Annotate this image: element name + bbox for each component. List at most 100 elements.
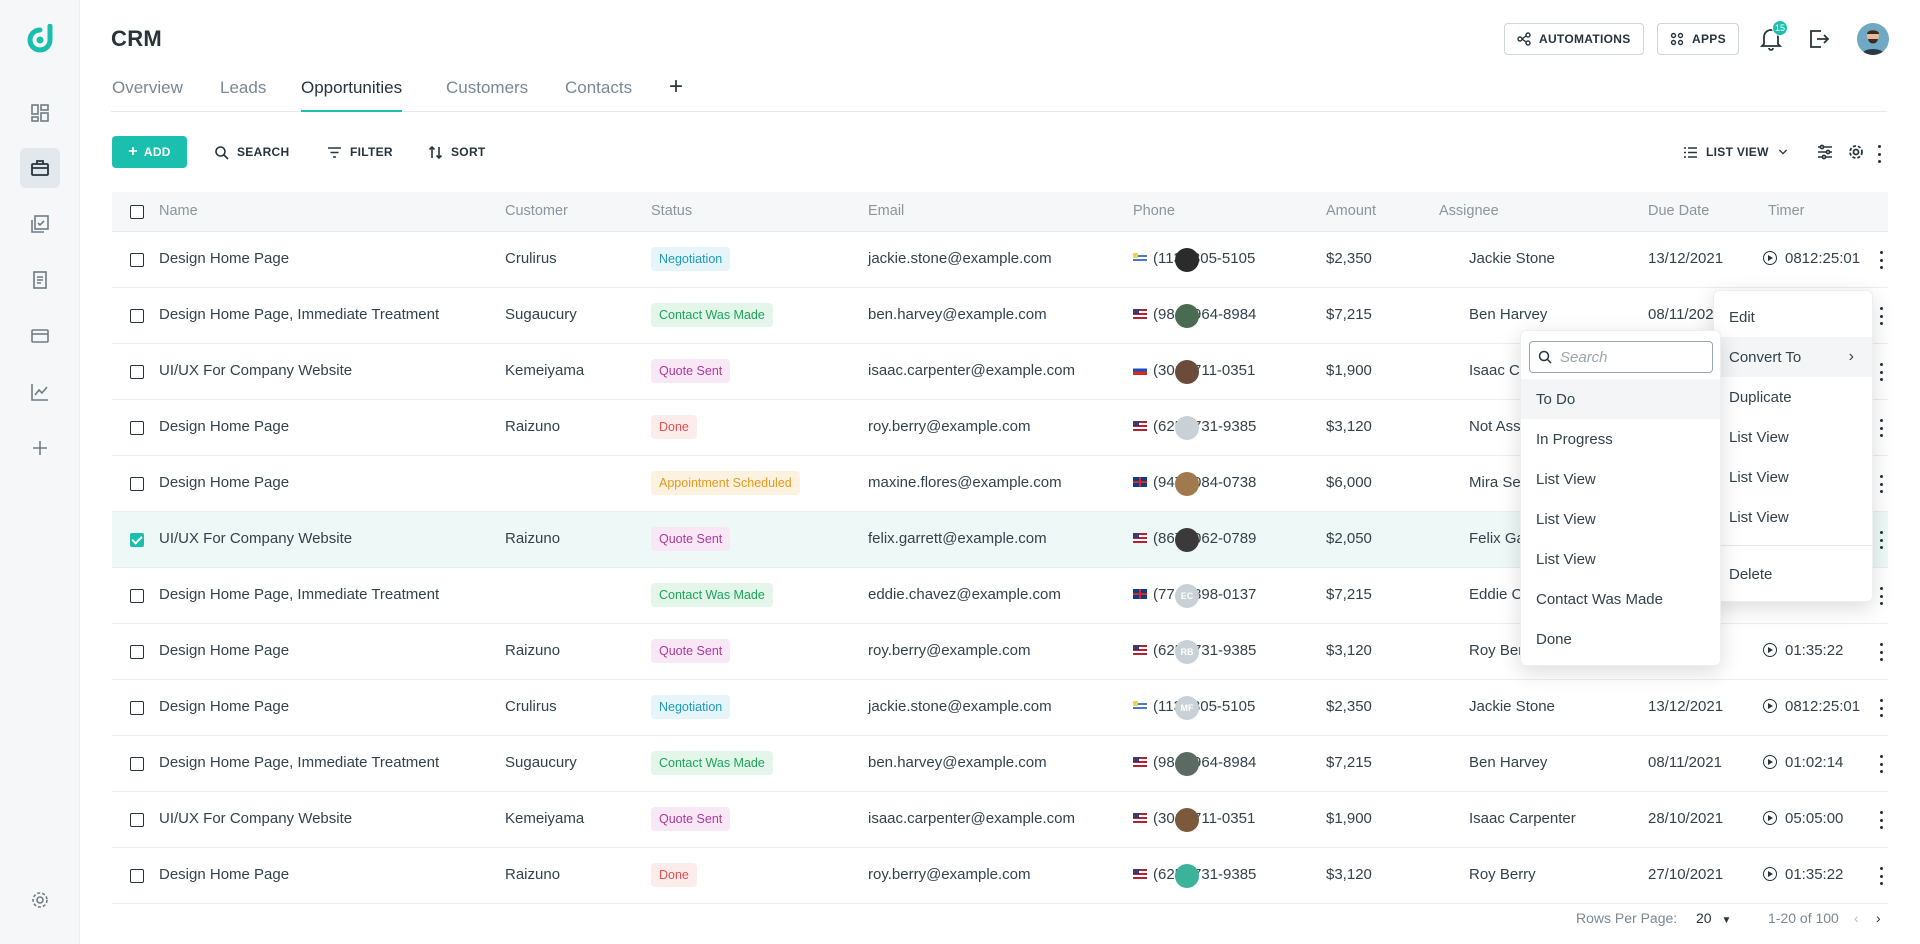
status-badge[interactable]: Contact Was Made <box>651 751 773 775</box>
row-actions-icon[interactable] <box>1879 307 1883 325</box>
menu-item-list-view[interactable]: List View <box>1714 457 1872 497</box>
settings-icon[interactable] <box>20 880 60 920</box>
rows-per-page-select[interactable]: 20 ▼ <box>1696 910 1731 926</box>
tasks-icon[interactable] <box>20 204 60 244</box>
row-checkbox[interactable] <box>130 421 144 435</box>
submenu-item-done[interactable]: Done <box>1521 619 1720 659</box>
table-row[interactable]: Design Home Page, Immediate Treatment Sug… <box>112 736 1888 792</box>
menu-item-duplicate[interactable]: Duplicate <box>1714 377 1872 417</box>
status-badge[interactable]: Appointment Scheduled <box>651 471 800 495</box>
opportunity-name[interactable]: Design Home Page <box>159 250 289 267</box>
row-checkbox[interactable] <box>130 365 144 379</box>
row-checkbox[interactable] <box>130 701 144 715</box>
opportunity-name[interactable]: UI/UX For Company Website <box>159 362 352 379</box>
submenu-item-to-do[interactable]: To Do <box>1521 379 1720 419</box>
row-actions-icon[interactable] <box>1879 699 1883 717</box>
filter-button[interactable]: FILTER <box>327 136 393 168</box>
column-header-due-date[interactable]: Due Date <box>1648 203 1709 219</box>
status-badge[interactable]: Done <box>651 415 697 439</box>
timer-cell[interactable]: 0812:25:01 <box>1763 250 1860 267</box>
status-badge[interactable]: Quote Sent <box>651 639 731 663</box>
opportunity-name[interactable]: Design Home Page <box>159 642 289 659</box>
status-badge[interactable]: Quote Sent <box>651 359 731 383</box>
column-header-customer[interactable]: Customer <box>505 203 568 219</box>
search-button[interactable]: SEARCH <box>214 136 289 168</box>
row-actions-icon[interactable] <box>1879 475 1883 493</box>
tab-customers[interactable]: Customers <box>446 78 528 112</box>
row-actions-icon[interactable] <box>1879 419 1883 437</box>
opportunity-name[interactable]: UI/UX For Company Website <box>159 530 352 547</box>
app-logo-icon[interactable] <box>26 24 54 56</box>
timer-cell[interactable]: 01:35:22 <box>1763 866 1843 883</box>
apps-button[interactable]: APPS <box>1657 23 1739 55</box>
column-header-assignee[interactable]: Assignee <box>1439 203 1499 219</box>
column-header-status[interactable]: Status <box>651 203 692 219</box>
submenu-item-in-progress[interactable]: In Progress <box>1521 419 1720 459</box>
prev-page-icon[interactable]: ‹ <box>1854 910 1859 926</box>
tab-opportunities[interactable]: Opportunities <box>301 78 403 112</box>
status-badge[interactable]: Negotiation <box>651 247 731 271</box>
status-badge[interactable]: Negotiation <box>651 695 731 719</box>
row-checkbox[interactable] <box>130 757 144 771</box>
row-checkbox[interactable] <box>130 813 144 827</box>
row-checkbox[interactable] <box>130 869 144 883</box>
dashboard-icon[interactable] <box>20 93 60 133</box>
submenu-item-list-view[interactable]: List View <box>1521 539 1720 579</box>
opportunity-name[interactable]: Design Home Page <box>159 698 289 715</box>
table-row[interactable]: UI/UX For Company Website Kemeiyama Quote … <box>112 792 1888 848</box>
row-actions-icon[interactable] <box>1879 363 1883 381</box>
row-checkbox[interactable] <box>130 533 144 547</box>
opportunity-name[interactable]: Design Home Page <box>159 866 289 883</box>
add-button[interactable]: + ADD <box>112 136 187 168</box>
submenu-search-input[interactable]: Search <box>1529 341 1713 373</box>
timer-cell[interactable]: 01:35:22 <box>1763 642 1843 659</box>
row-actions-icon[interactable] <box>1879 643 1883 661</box>
opportunity-name[interactable]: Design Home Page <box>159 474 289 491</box>
opportunity-name[interactable]: UI/UX For Company Website <box>159 810 352 827</box>
submenu-item-list-view[interactable]: List View <box>1521 499 1720 539</box>
next-page-icon[interactable]: › <box>1876 910 1881 926</box>
sort-button[interactable]: SORT <box>428 136 486 168</box>
column-header-amount[interactable]: Amount <box>1326 203 1376 219</box>
status-badge[interactable]: Quote Sent <box>651 807 731 831</box>
row-actions-icon[interactable] <box>1879 587 1883 605</box>
menu-item-list-view[interactable]: List View <box>1714 497 1872 537</box>
row-checkbox[interactable] <box>130 645 144 659</box>
tab-contacts[interactable]: Contacts <box>565 78 632 112</box>
status-badge[interactable]: Contact Was Made <box>651 583 773 607</box>
row-actions-icon[interactable] <box>1879 755 1883 773</box>
menu-item-convert-to[interactable]: Convert To › <box>1714 337 1872 377</box>
card-icon[interactable] <box>20 316 60 356</box>
automations-button[interactable]: AUTOMATIONS <box>1504 23 1644 55</box>
status-badge[interactable]: Quote Sent <box>651 527 731 551</box>
table-row[interactable]: Design Home Page Raizuno Done roy.berry@exa… <box>112 848 1888 904</box>
column-header-name[interactable]: Name <box>159 203 198 219</box>
row-checkbox[interactable] <box>130 477 144 491</box>
add-tab-icon[interactable]: + <box>669 75 683 99</box>
opportunity-name[interactable]: Design Home Page, Immediate Treatment <box>159 754 439 771</box>
add-module-icon[interactable] <box>20 428 60 468</box>
row-actions-icon[interactable] <box>1879 531 1883 549</box>
user-avatar[interactable] <box>1857 23 1889 55</box>
chart-icon[interactable] <box>20 372 60 412</box>
gear-icon[interactable] <box>1847 143 1865 161</box>
row-checkbox[interactable] <box>130 253 144 267</box>
view-selector[interactable]: LIST VIEW <box>1683 136 1789 168</box>
submenu-item-contact-was-made[interactable]: Contact Was Made <box>1521 579 1720 619</box>
row-checkbox[interactable] <box>130 589 144 603</box>
opportunity-name[interactable]: Design Home Page <box>159 418 289 435</box>
submenu-item-list-view[interactable]: List View <box>1521 459 1720 499</box>
select-all-checkbox[interactable] <box>130 205 144 219</box>
column-header-email[interactable]: Email <box>868 203 904 219</box>
menu-item-list-view[interactable]: List View <box>1714 417 1872 457</box>
sliders-icon[interactable] <box>1816 143 1834 161</box>
status-badge[interactable]: Contact Was Made <box>651 303 773 327</box>
menu-item-delete[interactable]: Delete <box>1714 554 1872 594</box>
table-row[interactable]: Design Home Page Crulirus Negotiation jacki… <box>112 680 1888 736</box>
menu-item-edit[interactable]: Edit <box>1714 297 1872 337</box>
status-badge[interactable]: Done <box>651 863 697 887</box>
table-row[interactable]: Design Home Page Crulirus Negotiation jacki… <box>112 232 1888 288</box>
row-actions-icon[interactable] <box>1879 251 1883 269</box>
column-header-phone[interactable]: Phone <box>1133 203 1175 219</box>
timer-cell[interactable]: 01:02:14 <box>1763 754 1843 771</box>
